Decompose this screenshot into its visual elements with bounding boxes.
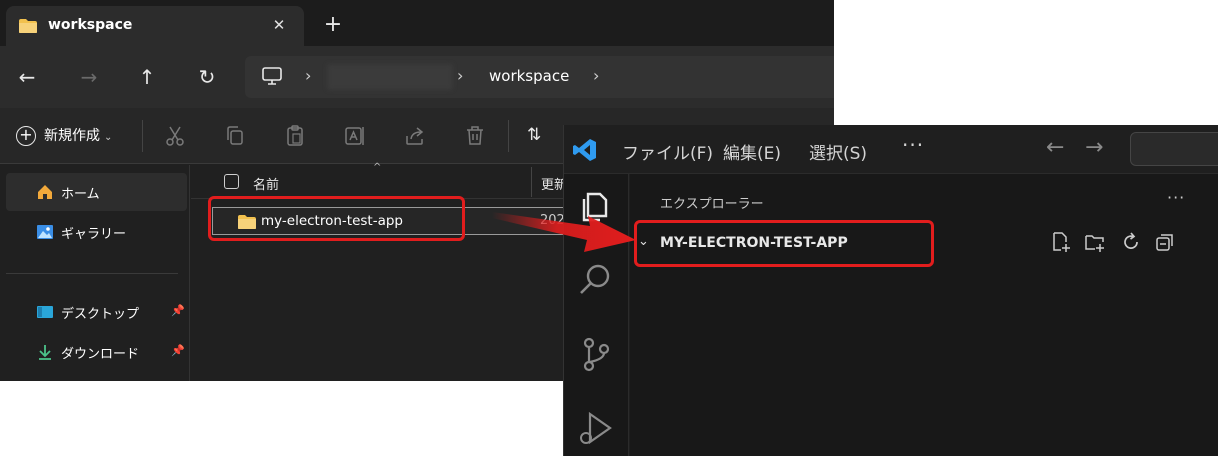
paste-icon[interactable]: [283, 124, 307, 148]
breadcrumb-separator: ›: [457, 66, 464, 85]
pin-icon[interactable]: 📌: [171, 344, 185, 357]
menu-selection[interactable]: 選択(S): [809, 139, 867, 164]
address-bar[interactable]: › › workspace ›: [245, 56, 834, 98]
close-icon[interactable]: ✕: [268, 14, 290, 36]
forward-arrow-icon[interactable]: →: [76, 64, 102, 90]
share-icon[interactable]: [403, 124, 427, 148]
gallery-icon: [37, 225, 53, 239]
run-debug-icon[interactable]: [576, 408, 616, 448]
sort-caret-icon: ^: [373, 162, 382, 173]
cut-icon[interactable]: [163, 124, 187, 148]
back-arrow-icon[interactable]: ←: [14, 64, 40, 90]
menu-edit[interactable]: 編集(E): [723, 139, 781, 164]
divider: [6, 273, 178, 274]
vscode-logo-icon: [573, 139, 596, 161]
tab-bar: workspace ✕ +: [0, 0, 834, 46]
title-bar: ファイル(F) 編集(E) 選択(S) ··· ← →: [564, 125, 1218, 174]
new-file-icon[interactable]: [1050, 231, 1072, 253]
explorer-panel: エクスプローラー ··· ⌄ MY-ELECTRON-TEST-APP: [630, 174, 1218, 456]
pin-icon[interactable]: 📌: [171, 304, 185, 317]
refresh-icon[interactable]: [1120, 231, 1142, 253]
collapse-all-icon[interactable]: [1154, 231, 1176, 253]
more-menu-icon[interactable]: ···: [902, 133, 924, 157]
refresh-icon[interactable]: ↻: [194, 64, 220, 90]
sidebar-item-label: ギャラリー: [61, 227, 127, 242]
sidebar-item-downloads[interactable]: ダウンロード 📌: [6, 333, 187, 371]
vscode-window: ファイル(F) 編集(E) 選択(S) ··· ← → エクスプローラー ···: [563, 125, 1218, 456]
new-button-label: 新規作成: [44, 128, 100, 144]
chevron-down-icon: ⌄: [104, 132, 113, 143]
column-divider[interactable]: [531, 167, 532, 197]
sidebar-item-label: ホーム: [61, 187, 100, 202]
select-all-checkbox[interactable]: [224, 174, 239, 189]
back-arrow-icon[interactable]: ←: [1046, 135, 1064, 160]
forward-arrow-icon[interactable]: →: [1085, 135, 1103, 160]
delete-icon[interactable]: [463, 124, 487, 148]
download-icon: [39, 345, 51, 360]
rename-icon[interactable]: [343, 124, 367, 148]
tab-workspace[interactable]: workspace ✕: [6, 6, 304, 46]
source-control-icon[interactable]: [576, 334, 616, 374]
explorer-title: エクスプローラー: [660, 197, 764, 212]
tab-title: workspace: [48, 17, 133, 33]
breadcrumb-separator: ›: [305, 66, 312, 85]
menu-file[interactable]: ファイル(F): [622, 139, 713, 164]
search-icon[interactable]: [576, 260, 616, 300]
divider: [508, 120, 509, 152]
more-actions-icon[interactable]: ···: [1167, 188, 1185, 207]
home-icon: [38, 185, 52, 199]
arrow-annotation: [492, 212, 636, 252]
sidebar-item-label: デスクトップ: [61, 307, 140, 322]
folder-icon: [19, 19, 37, 33]
command-center-search[interactable]: [1130, 132, 1218, 166]
new-folder-icon[interactable]: [1084, 231, 1106, 253]
highlight-box: [208, 196, 465, 241]
computer-icon: [262, 67, 282, 85]
sidebar-item-desktop[interactable]: デスクトップ 📌: [6, 293, 187, 331]
sidebar-item-gallery[interactable]: ギャラリー: [6, 213, 187, 251]
add-circle-icon: +: [16, 126, 36, 146]
sidebar-item-label: ダウンロード: [61, 347, 140, 362]
navigation-bar: ← → ↑ ↻ › › workspace ›: [0, 46, 834, 108]
breadcrumb-current[interactable]: workspace: [489, 67, 569, 85]
sidebar-item-home[interactable]: ホーム: [6, 173, 187, 211]
breadcrumb-separator[interactable]: ›: [593, 66, 599, 85]
new-button[interactable]: + 新規作成 ⌄: [16, 125, 112, 147]
up-arrow-icon[interactable]: ↑: [134, 64, 160, 90]
copy-icon[interactable]: [223, 124, 247, 148]
new-tab-button[interactable]: +: [322, 14, 344, 36]
navigation-pane: ホーム ギャラリー デスクトップ 📌 ダウンロード 📌: [0, 165, 190, 381]
column-name[interactable]: 名前: [253, 174, 279, 193]
divider: [142, 120, 143, 152]
sort-icon[interactable]: ⇅: [527, 125, 541, 145]
highlight-box: [634, 220, 934, 267]
desktop-icon: [37, 306, 53, 318]
redacted-path-segment: [327, 64, 453, 90]
